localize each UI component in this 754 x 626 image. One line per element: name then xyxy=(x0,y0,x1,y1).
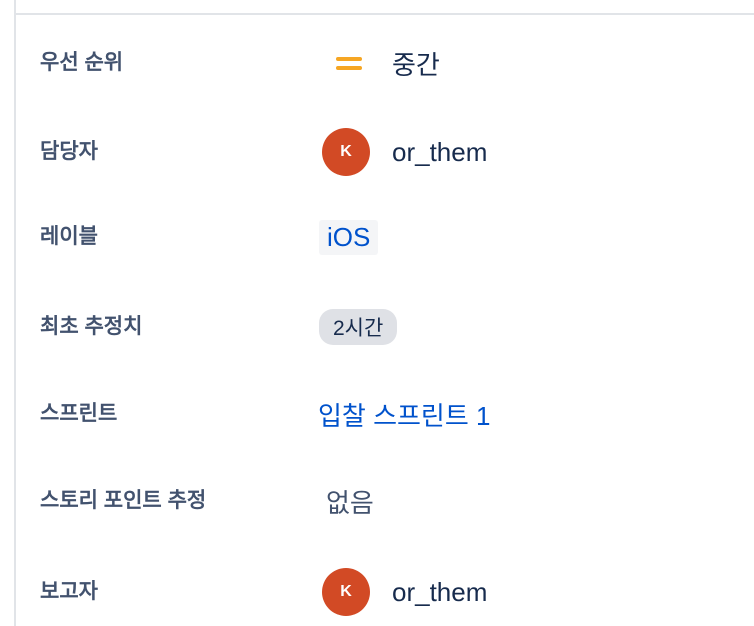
field-label-labels: 레이블 xyxy=(40,225,98,248)
assignee-field-value[interactable]: K or_them xyxy=(322,122,487,182)
estimate-badge: 2시간 xyxy=(319,309,398,345)
field-row-priority: 우선 순위 중간 xyxy=(16,33,754,93)
field-label-priority: 우선 순위 xyxy=(40,51,124,74)
priority-medium-icon xyxy=(336,53,362,73)
story-points-field-value[interactable]: 없음 xyxy=(322,471,374,531)
field-row-original-estimate: 최초 추정치 2시간 xyxy=(16,297,754,357)
field-label-story-points: 스토리 포인트 추정 xyxy=(40,489,207,512)
sprint-field-value: 입찰 스프린트 1 xyxy=(318,384,490,444)
avatar: K xyxy=(322,568,370,616)
field-row-story-points: 스토리 포인트 추정 없음 xyxy=(16,471,754,531)
story-points-value: 없음 xyxy=(326,487,374,518)
field-row-assignee: 담당자 K or_them xyxy=(16,122,754,182)
label-tag-ios[interactable]: iOS xyxy=(319,219,379,255)
field-label-sprint: 스프린트 xyxy=(40,402,118,425)
original-estimate-field-value[interactable]: 2시간 xyxy=(319,297,398,357)
priority-value: 중간 xyxy=(392,49,440,80)
assignee-name: or_them xyxy=(392,136,488,167)
issue-details-panel: 우선 순위 중간 담당자 K or_them 레이블 iOS 최초 추정치 2시… xyxy=(0,0,754,626)
avatar: K xyxy=(322,128,370,176)
reporter-field-value[interactable]: K or_them xyxy=(322,562,487,622)
field-label-assignee: 담당자 xyxy=(40,140,98,163)
field-label-original-estimate: 최초 추정치 xyxy=(40,315,143,338)
labels-field-value[interactable]: iOS xyxy=(319,207,379,267)
field-label-reporter: 보고자 xyxy=(40,580,98,603)
field-row-labels: 레이블 iOS xyxy=(16,207,754,267)
sprint-link[interactable]: 입찰 스프린트 1 xyxy=(318,396,490,433)
field-row-sprint: 스프린트 입찰 스프린트 1 xyxy=(16,384,754,444)
priority-field-value[interactable]: 중간 xyxy=(322,33,440,93)
field-row-reporter: 보고자 K or_them xyxy=(16,562,754,622)
reporter-name: or_them xyxy=(392,576,488,607)
panel-top-divider xyxy=(14,13,754,15)
